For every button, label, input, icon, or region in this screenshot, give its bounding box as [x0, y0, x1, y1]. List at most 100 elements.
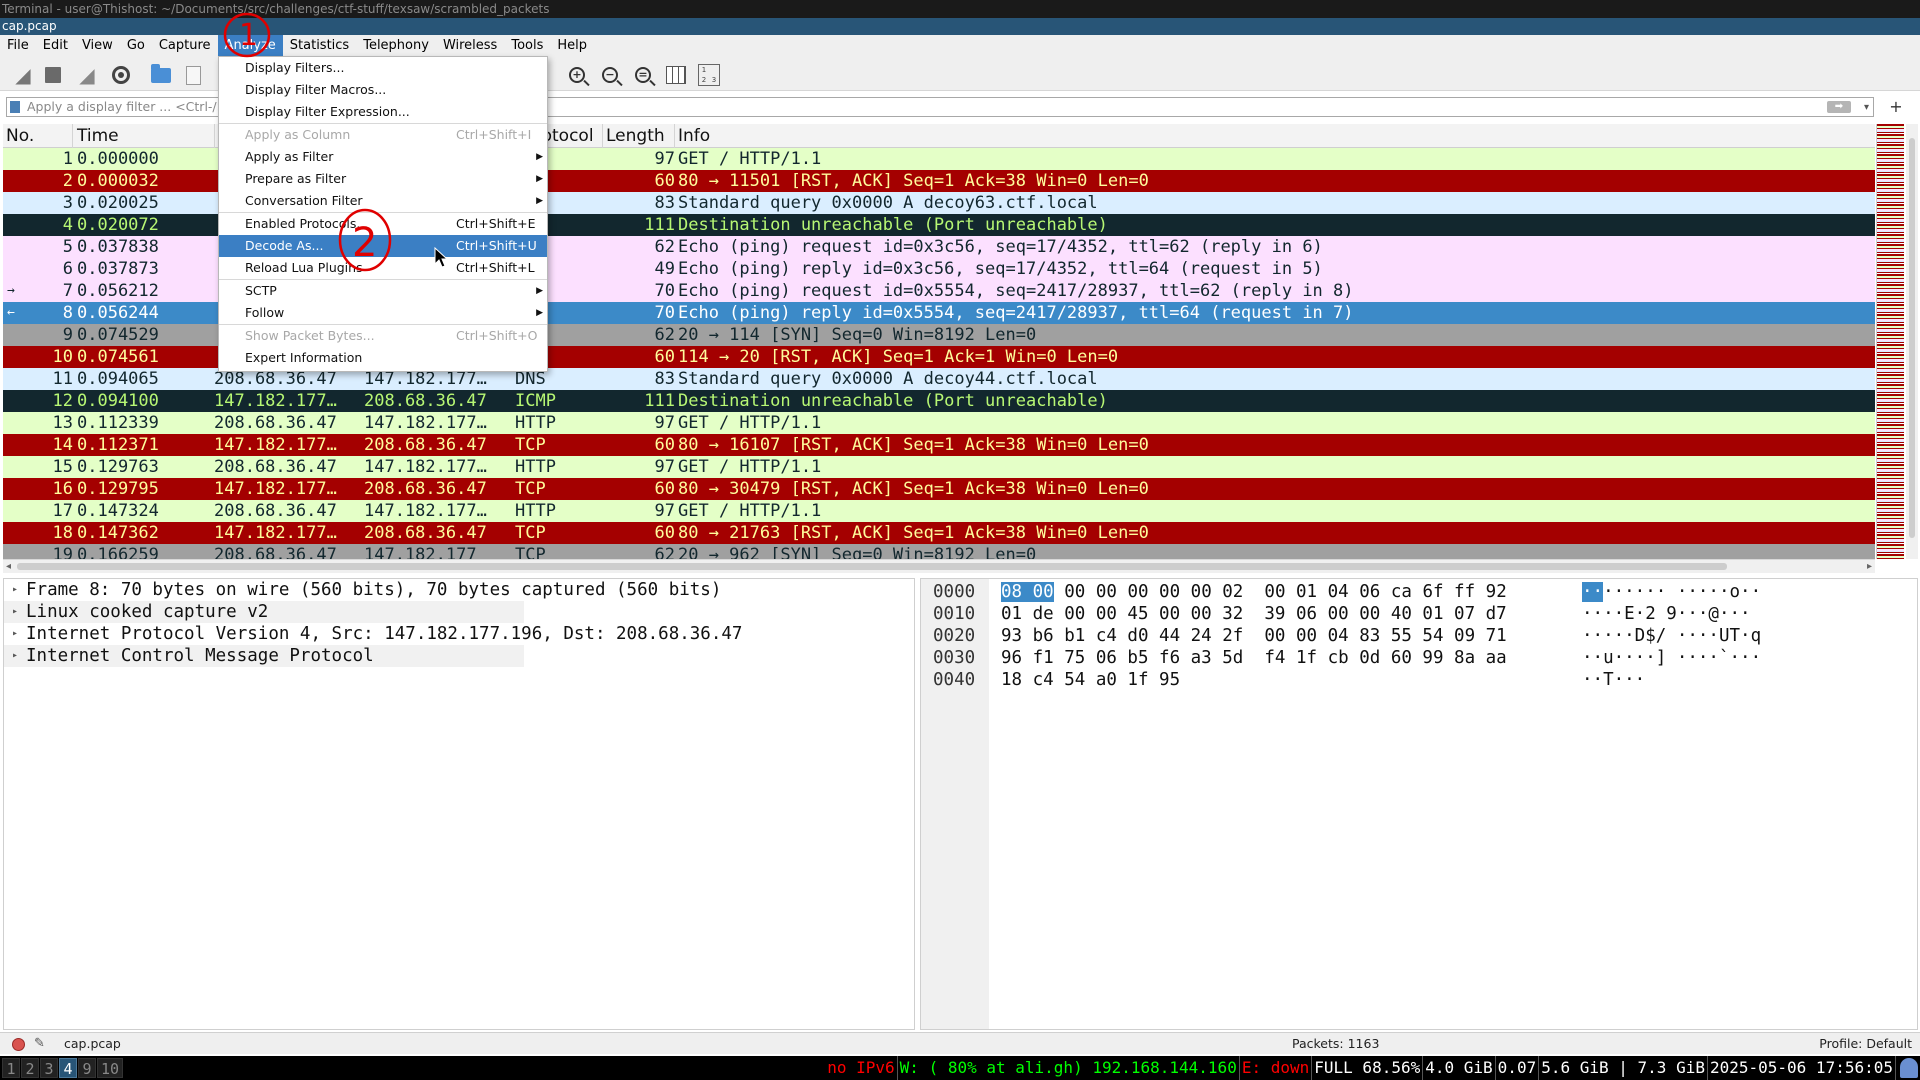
- workspace-button[interactable]: 3: [40, 1058, 58, 1078]
- packet-src: 208.68.36.47: [214, 545, 337, 559]
- column-header-no[interactable]: No.: [3, 124, 73, 148]
- byte-ascii-rest[interactable]: ····E·2 9···@···: [1582, 604, 1751, 624]
- byte-hex[interactable]: 08 00 00 00 00 00 00 02 00 01 04 06 ca 6…: [1001, 581, 1507, 603]
- byte-hex-rest[interactable]: 93 b6 b1 c4 d0 44 24 2f 00 00 04 83 55 5…: [1001, 626, 1507, 646]
- byte-hex[interactable]: 93 b6 b1 c4 d0 44 24 2f 00 00 04 83 55 5…: [1001, 625, 1507, 647]
- workspace-button[interactable]: 10: [97, 1058, 123, 1078]
- menu-edit[interactable]: Edit: [36, 35, 75, 57]
- menu-statistics[interactable]: Statistics: [283, 35, 356, 57]
- byte-hex[interactable]: 18 c4 54 a0 1f 95: [1001, 669, 1180, 691]
- menu-help[interactable]: Help: [550, 35, 594, 57]
- workspace-button[interactable]: 4: [59, 1058, 77, 1078]
- menu-telephony[interactable]: Telephony: [356, 35, 436, 57]
- expand-arrow-icon[interactable]: ▸: [12, 623, 18, 645]
- analyze-menu-item[interactable]: Display Filter Expression...: [219, 101, 547, 123]
- byte-ascii-selected[interactable]: ··: [1582, 582, 1604, 602]
- bookmark-icon[interactable]: [10, 101, 20, 113]
- packet-row[interactable]: 12 0.094100 147.182.177… 208.68.36.47 ICMP 11…: [3, 390, 1875, 412]
- workspace-button[interactable]: 1: [2, 1058, 20, 1078]
- expert-info-dot-icon[interactable]: [12, 1038, 25, 1051]
- zoom-out-icon[interactable]: −: [597, 63, 623, 87]
- menu-file[interactable]: File: [0, 35, 36, 57]
- layout-grid-icon[interactable]: 123: [696, 63, 722, 87]
- analyze-menu-item[interactable]: Reload Lua Plugins Ctrl+Shift+L: [219, 257, 547, 279]
- byte-hex-rest[interactable]: 00 00 00 00 00 02 00 01 04 06 ca 6f ff 9…: [1054, 582, 1507, 602]
- menu-tools[interactable]: Tools: [504, 35, 550, 57]
- column-header-info[interactable]: Info: [675, 124, 1873, 148]
- restart-capture-icon[interactable]: ◢: [74, 63, 100, 87]
- menu-view[interactable]: View: [75, 35, 120, 57]
- packet-row[interactable]: 13 0.112339 208.68.36.47 147.182.177… HTTP 97…: [3, 412, 1875, 434]
- byte-ascii[interactable]: ·····D$/ ····UT·q: [1582, 625, 1761, 647]
- workspace-button[interactable]: 9: [78, 1058, 96, 1078]
- detail-tree-item[interactable]: ▸ Internet Protocol Version 4, Src: 147.1…: [4, 623, 914, 645]
- packet-time: 0.147362: [77, 523, 159, 543]
- detail-tree-item[interactable]: ▸ Frame 8: 70 bytes on wire (560 bits), 7…: [4, 579, 914, 601]
- byte-hex-rest[interactable]: 96 f1 75 06 b5 f6 a3 5d f4 1f cb 0d 60 9…: [1001, 648, 1507, 668]
- packet-row[interactable]: 17 0.147324 208.68.36.47 147.182.177… HTTP 97…: [3, 500, 1875, 522]
- byte-ascii[interactable]: ··T···: [1582, 669, 1645, 691]
- menu-analyze[interactable]: Analyze: [217, 35, 283, 57]
- zoom-normal-icon[interactable]: =: [630, 63, 656, 87]
- workspace-button[interactable]: 2: [21, 1058, 39, 1078]
- status-profile[interactable]: Profile: Default: [1819, 1033, 1912, 1055]
- packet-len: 60: [654, 171, 675, 191]
- byte-ascii-rest[interactable]: ·····D$/ ····UT·q: [1582, 626, 1761, 646]
- packet-time: 0.129763: [77, 457, 159, 477]
- expand-arrow-icon[interactable]: ▸: [12, 645, 18, 667]
- zoom-in-icon[interactable]: +: [564, 63, 590, 87]
- analyze-menu-item[interactable]: Prepare as Filter ▶: [219, 168, 547, 190]
- expand-arrow-icon[interactable]: ▸: [12, 601, 18, 623]
- analyze-menu-item[interactable]: Apply as Filter ▶: [219, 146, 547, 168]
- byte-hex[interactable]: 96 f1 75 06 b5 f6 a3 5d f4 1f cb 0d 60 9…: [1001, 647, 1507, 669]
- byte-ascii[interactable]: ····E·2 9···@···: [1582, 603, 1751, 625]
- analyze-menu-item[interactable]: Follow ▶: [219, 302, 547, 324]
- detail-tree-item[interactable]: ▸ Internet Control Message Protocol: [4, 645, 524, 667]
- analyze-menu-item[interactable]: Enabled Protocols... Ctrl+Shift+E: [219, 213, 547, 235]
- column-header-time[interactable]: Time: [74, 124, 215, 148]
- analyze-menu-item[interactable]: Display Filters...: [219, 57, 547, 79]
- capture-options-gear-icon[interactable]: [108, 63, 134, 87]
- byte-ascii-rest[interactable]: ··u····] ····`···: [1582, 648, 1761, 668]
- byte-hex-selected[interactable]: 08 00: [1001, 582, 1054, 602]
- packet-len: 60: [654, 435, 675, 455]
- packet-row[interactable]: 14 0.112371 147.182.177… 208.68.36.47 TCP 60 8…: [3, 434, 1875, 456]
- menu-go[interactable]: Go: [120, 35, 152, 57]
- analyze-menu-item[interactable]: Display Filter Macros...: [219, 79, 547, 101]
- apply-filter-arrow-icon[interactable]: ➡: [1827, 101, 1851, 113]
- filter-dropdown-icon[interactable]: ▾: [1864, 99, 1869, 117]
- byte-hex[interactable]: 01 de 00 00 45 00 00 32 39 06 00 00 40 0…: [1001, 603, 1507, 625]
- expand-arrow-icon[interactable]: ▸: [12, 579, 18, 601]
- byte-ascii[interactable]: ········ ·····o··: [1582, 581, 1761, 603]
- tray-user-icon[interactable]: [1900, 1058, 1918, 1078]
- byte-ascii-rest[interactable]: ······ ·····o··: [1603, 582, 1761, 602]
- analyze-menu-item[interactable]: SCTP ▶: [219, 280, 547, 302]
- packet-list-hscrollbar[interactable]: ◂ ▸: [3, 559, 1875, 573]
- capture-comment-pen-icon[interactable]: ✎: [34, 1033, 45, 1055]
- packet-minimap[interactable]: [1876, 124, 1904, 559]
- analyze-menu-item[interactable]: Expert Information: [219, 347, 547, 369]
- open-file-folder-icon[interactable]: [148, 63, 174, 87]
- packet-row[interactable]: 18 0.147362 147.182.177… 208.68.36.47 TCP 60 8…: [3, 522, 1875, 544]
- packet-row[interactable]: 15 0.129763 208.68.36.47 147.182.177… HTTP 97…: [3, 456, 1875, 478]
- packet-no: 13: [52, 413, 73, 433]
- byte-ascii[interactable]: ··u····] ····`···: [1582, 647, 1761, 669]
- detail-tree-item[interactable]: ▸ Linux cooked capture v2: [4, 601, 524, 623]
- byte-hex-rest[interactable]: 01 de 00 00 45 00 00 32 39 06 00 00 40 0…: [1001, 604, 1507, 624]
- shark-fin-start-icon[interactable]: ◢: [10, 63, 36, 87]
- byte-ascii-rest[interactable]: ··T···: [1582, 670, 1645, 690]
- save-file-icon[interactable]: [180, 63, 206, 87]
- menu-wireless[interactable]: Wireless: [436, 35, 504, 57]
- packet-list-vscrollbar[interactable]: [1906, 124, 1918, 559]
- resize-columns-icon[interactable]: [663, 63, 689, 87]
- analyze-menu-item[interactable]: Decode As... Ctrl+Shift+U: [219, 235, 547, 257]
- column-header-length[interactable]: Length: [603, 124, 675, 148]
- analyze-menu-item[interactable]: Conversation Filter ▶: [219, 190, 547, 212]
- packet-time: 0.000000: [77, 149, 159, 169]
- packet-row[interactable]: 16 0.129795 147.182.177… 208.68.36.47 TCP 60 8…: [3, 478, 1875, 500]
- add-filter-button-icon[interactable]: +: [1886, 97, 1906, 117]
- stop-capture-icon[interactable]: [40, 63, 66, 87]
- byte-hex-rest[interactable]: 18 c4 54 a0 1f 95: [1001, 670, 1180, 690]
- packet-row[interactable]: 19 0.166259 208.68.36.47 147.182.177 TCP 62 20…: [3, 544, 1875, 559]
- menu-capture[interactable]: Capture: [152, 35, 218, 57]
